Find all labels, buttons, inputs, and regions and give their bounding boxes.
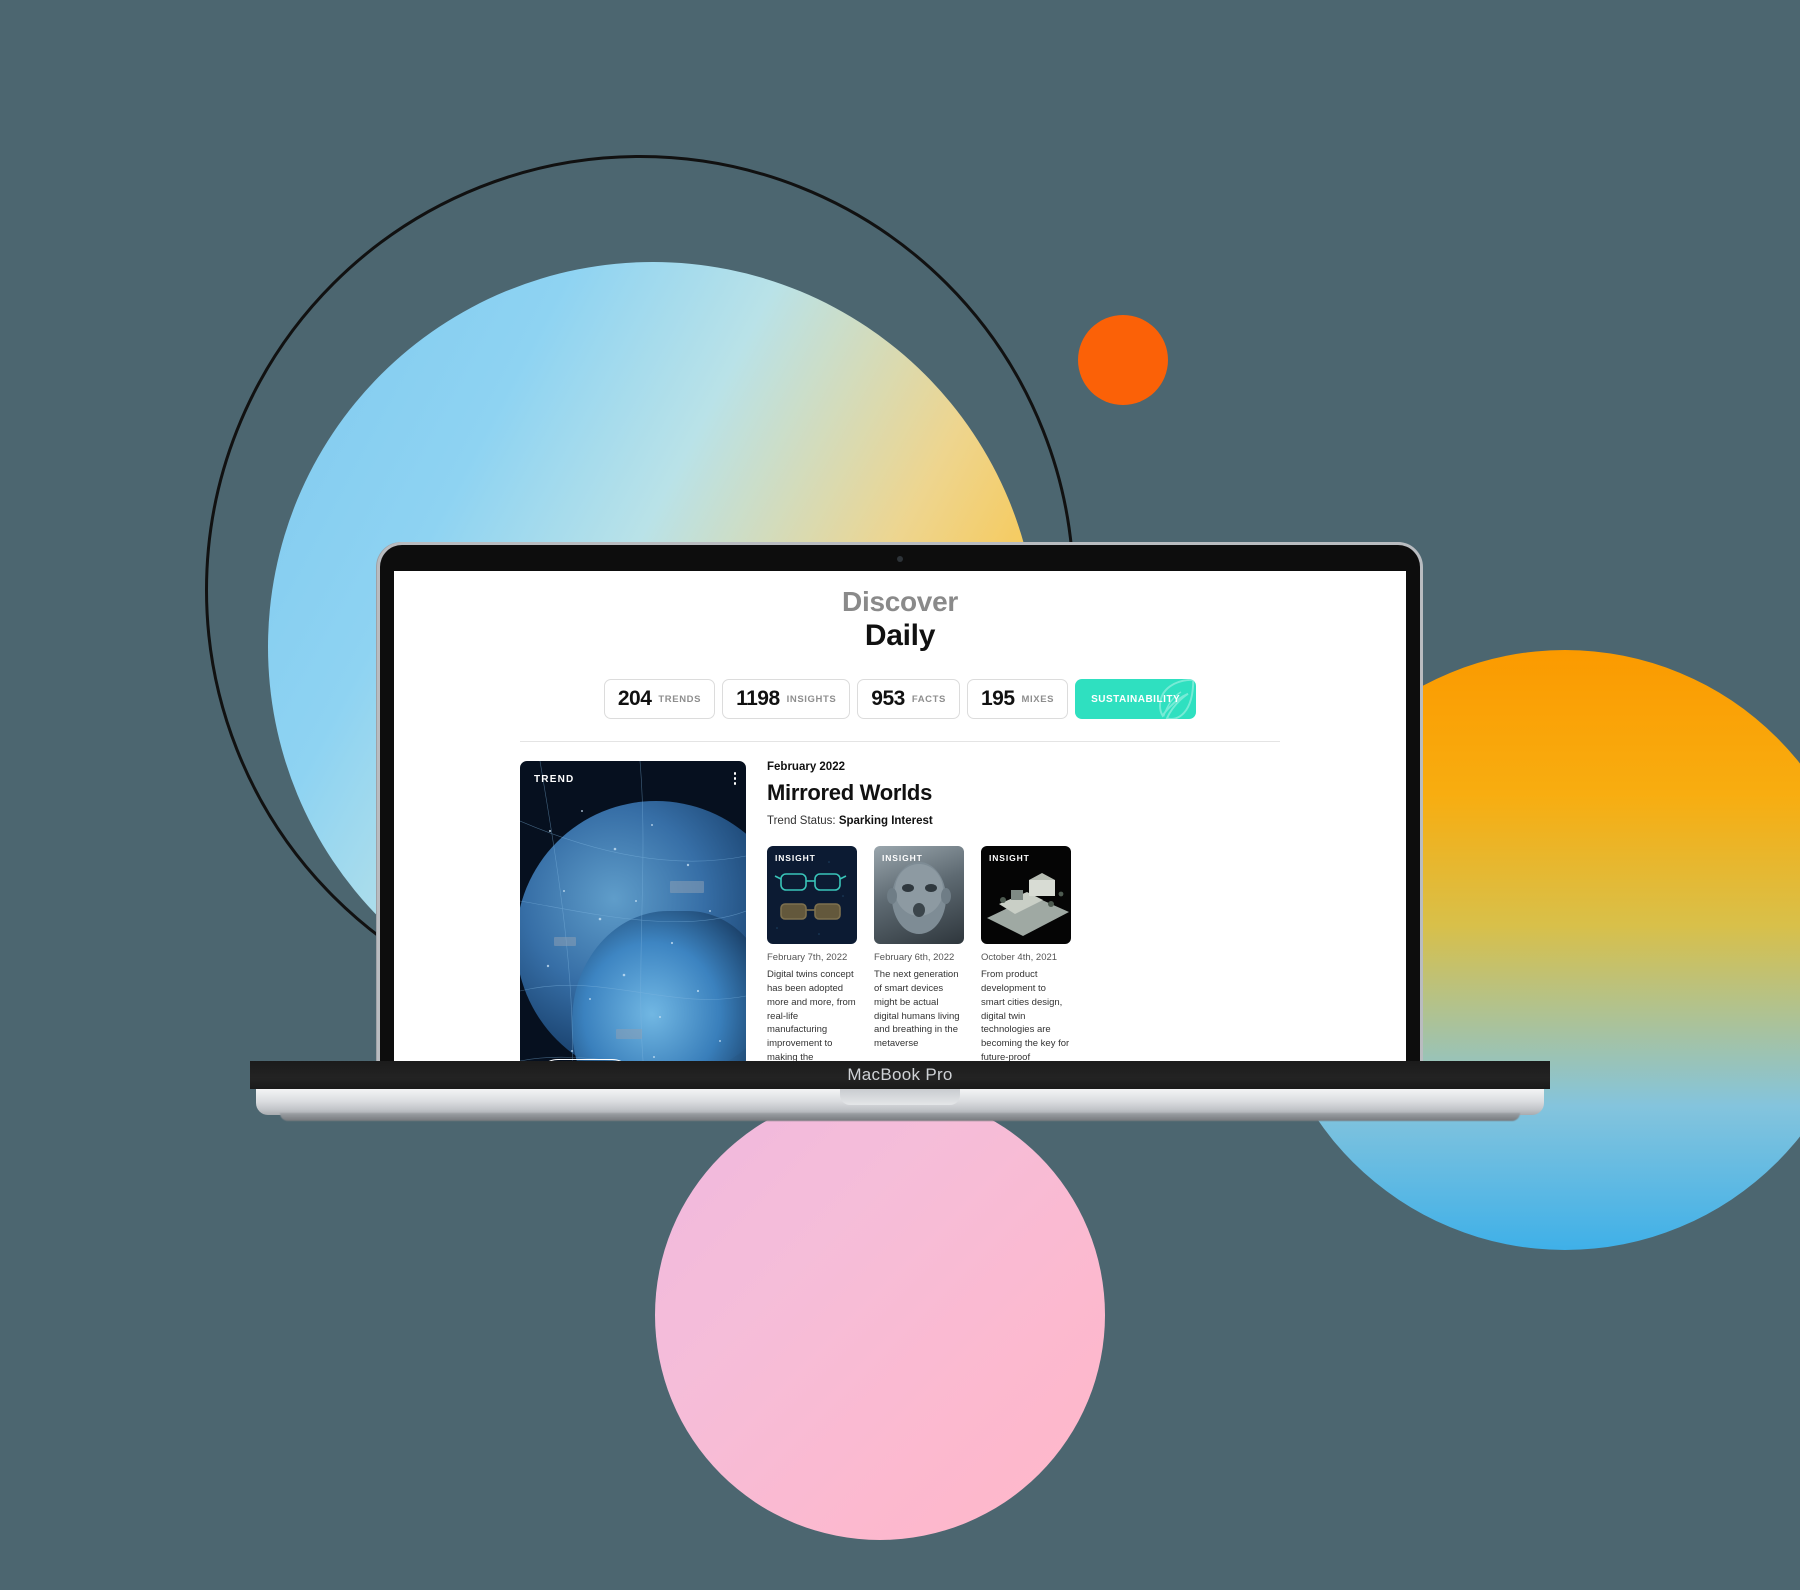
insight-card-list: INSIGHT February 7th, 2022 Digital twins… xyxy=(767,846,1280,1061)
stat-label-mixes: MIXES xyxy=(1021,693,1055,705)
laptop-notch xyxy=(840,1089,960,1105)
page-title-discover: Discover xyxy=(842,586,958,617)
laptop-lid: Discover Daily 204 TRENDS 1198 INSIGHTS … xyxy=(380,545,1420,1061)
stat-label-insights: INSIGHTS xyxy=(786,693,837,705)
network-lines-art xyxy=(520,761,746,1061)
stat-label-facts: FACTS xyxy=(911,693,946,705)
insight-date: October 4th, 2021 xyxy=(981,952,1058,964)
stat-value-facts: 953 xyxy=(871,687,905,711)
insight-text: The next generation of smart devices mig… xyxy=(874,969,960,1050)
feature-date: February 2022 xyxy=(767,761,845,774)
section-divider xyxy=(520,741,1280,743)
insight-card-digital-human[interactable]: INSIGHT February 6th, 2022 The next gene… xyxy=(874,846,964,1061)
discover-daily-app: Discover Daily 204 TRENDS 1198 INSIGHTS … xyxy=(394,571,1406,1061)
insight-thumbnail: INSIGHT xyxy=(981,846,1071,945)
page-title-daily: Daily xyxy=(864,619,936,653)
trend-status-value: Sparking Interest xyxy=(838,815,933,828)
laptop-base: MacBook Pro xyxy=(250,1061,1550,1123)
stat-label-trends: TRENDS xyxy=(658,693,702,705)
sustainability-badge[interactable]: SUSTAINABILITY xyxy=(1075,679,1197,720)
stat-value-insights: 1198 xyxy=(736,687,780,711)
trend-card-artwork xyxy=(520,761,746,1061)
trend-status-prefix: Trend Status: xyxy=(767,815,836,828)
insight-date: February 7th, 2022 xyxy=(767,952,848,964)
kebab-menu-icon[interactable] xyxy=(733,772,736,785)
laptop-hinge-bar: MacBook Pro xyxy=(250,1061,1550,1089)
view-trend-button[interactable]: View Trend → xyxy=(536,1059,634,1061)
insight-text: From product development to smart cities… xyxy=(981,969,1070,1061)
feature-trend-section: TREND View Trend → February 2022 Mirrore… xyxy=(520,761,1280,1061)
stat-value-mixes: 195 xyxy=(980,687,1015,711)
trend-card[interactable]: TREND View Trend → xyxy=(520,761,746,1061)
trend-card-label: TREND xyxy=(534,774,575,786)
decorative-orange-dot xyxy=(1078,315,1168,405)
stat-chip-facts[interactable]: 953 FACTS xyxy=(857,679,960,720)
stats-bar: 204 TRENDS 1198 INSIGHTS 953 FACTS 195 M… xyxy=(520,679,1280,720)
device-model-label: MacBook Pro xyxy=(847,1065,953,1084)
insight-thumbnail: INSIGHT xyxy=(767,846,857,945)
stat-chip-mixes[interactable]: 195 MIXES xyxy=(966,679,1069,720)
feature-title: Mirrored Worlds xyxy=(767,780,933,806)
insight-text: Digital twins concept has been adopted m… xyxy=(767,969,856,1061)
insight-card-label: INSIGHT xyxy=(775,853,816,864)
laptop-screen: Discover Daily 204 TRENDS 1198 INSIGHTS … xyxy=(394,571,1406,1061)
macbook-pro-device: Discover Daily 204 TRENDS 1198 INSIGHTS … xyxy=(250,545,1550,1123)
insight-date: February 6th, 2022 xyxy=(874,952,955,964)
insight-card-glasses[interactable]: INSIGHT February 7th, 2022 Digital twins… xyxy=(767,846,857,1061)
insight-card-label: INSIGHT xyxy=(989,853,1030,864)
insight-thumbnail: INSIGHT xyxy=(874,846,964,945)
stat-value-trends: 204 xyxy=(617,687,652,711)
webcam-icon xyxy=(897,556,903,562)
laptop-base-shadow xyxy=(280,1113,1520,1121)
stat-chip-trends[interactable]: 204 TRENDS xyxy=(603,679,716,720)
stat-chip-insights[interactable]: 1198 INSIGHTS xyxy=(722,679,851,720)
feature-details: February 2022 Mirrored Worlds Trend Stat… xyxy=(767,761,1280,1061)
sustainability-badge-label: SUSTAINABILITY xyxy=(1091,693,1181,705)
feature-trend-status: Trend Status: Sparking Interest xyxy=(767,815,1280,827)
insight-card-label: INSIGHT xyxy=(882,853,923,864)
insight-card-smart-city[interactable]: INSIGHT October 4th, 2021 From product d… xyxy=(981,846,1071,1061)
